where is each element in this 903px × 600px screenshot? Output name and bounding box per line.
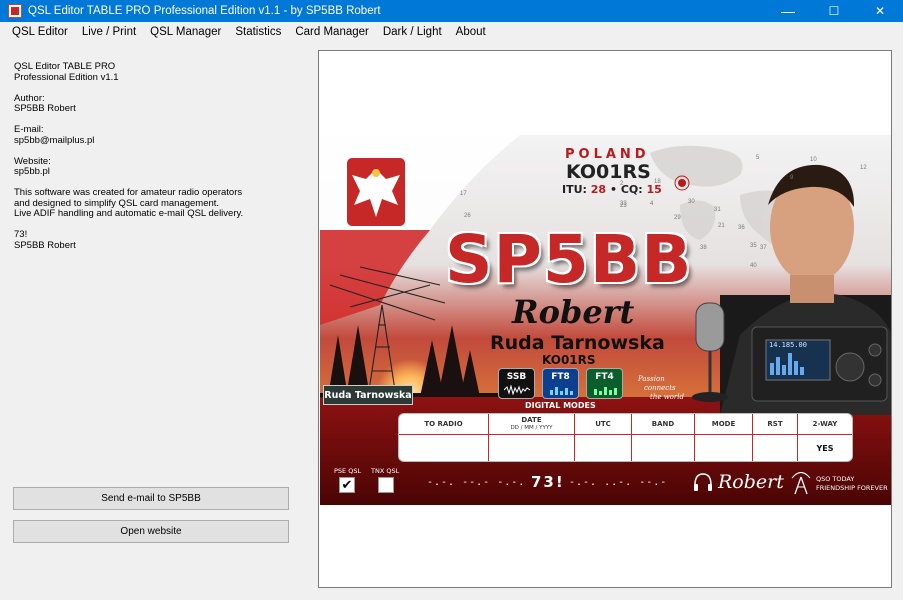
morse-left: -.-. --.- -.-. [427,477,526,488]
menu-statistics[interactable]: Statistics [228,22,288,42]
card-grid-small: KO01RS [542,353,596,367]
qso-today-text: QSO TODAY FRIENDSHIP FOREVER [816,475,888,492]
card-73: 73! [531,473,565,491]
maximize-button[interactable]: ☐ [811,0,857,22]
col-utc: UTC [575,414,632,461]
tnx-qsl-label: TNX QSL [371,467,400,475]
col-rst: RST [753,414,798,461]
pse-qsl-checkbox[interactable]: ✔ [339,477,355,493]
menu-card-manager[interactable]: Card Manager [288,22,376,42]
description-line-1: This software was created for amateur ra… [14,187,243,198]
signal-bars-icon [549,387,573,395]
app-icon [8,4,22,18]
card-signature: Robert [718,471,784,493]
app-name-line: QSL Editor TABLE PRO [14,61,116,72]
col-to-radio: TO RADIO [399,414,489,461]
signature: SP5BB Robert [14,239,76,251]
qso-table: TO RADIO DATE DD / MM / YYYY UTC BAND MOD… [398,413,853,462]
app-edition-line: Professional Edition v1.1 [14,71,119,83]
website-label: Website: [14,155,51,167]
menu-about[interactable]: About [449,22,493,42]
email-value: sp5bb@mailplus.pl [14,134,95,146]
morse-right: -.-. ..-. --.- [569,477,668,488]
card-city: Ruda Tarnowska [490,332,665,354]
menu-bar: QSL Editor Live / Print QSL Manager Stat… [0,22,903,42]
window-title: QSL Editor TABLE PRO Professional Editio… [28,5,381,17]
description-line-3: Live ADIF handling and automatic e-mail … [14,208,244,219]
about-info: QSL Editor TABLE PRO Professional Editio… [14,61,304,262]
headphones-icon [694,473,712,491]
pse-qsl-label: PSE QSL [334,467,362,475]
menu-qsl-editor[interactable]: QSL Editor [5,22,75,42]
card-country: POLAND [565,147,650,162]
email-label: E-mail: [14,124,44,135]
qsl-card: 2 4 5 9 10 12 17 18 21 23 26 29 30 31 33… [320,135,891,505]
close-button[interactable]: ✕ [857,0,903,22]
menu-dark-light[interactable]: Dark / Light [376,22,449,42]
town-sign: Ruda Tarnowska [323,385,413,405]
card-callsign: SP5BB [445,221,693,298]
mode-badge-ssb: SSB [498,368,535,399]
col-band: BAND [632,414,695,461]
send-email-button[interactable]: Send e-mail to SP5BB [13,487,289,510]
title-bar: QSL Editor TABLE PRO Professional Editio… [0,0,903,22]
minimize-button[interactable]: — [765,0,811,22]
col-date: DATE DD / MM / YYYY [489,414,575,461]
antenna-tower-icon [791,472,811,495]
signal-bars-icon [593,387,617,395]
card-preview-panel: 2 4 5 9 10 12 17 18 21 23 26 29 30 31 33… [318,50,892,588]
mode-badge-ft4: FT4 [586,368,623,399]
card-zones: ITU: 28 • CQ: 15 [562,183,662,196]
tnx-qsl-checkbox[interactable] [378,477,394,493]
col-mode: MODE [695,414,753,461]
website-value: sp5bb.pl [14,166,50,177]
passion-text: Passion connects the world [638,375,684,401]
waveform-icon [503,385,530,395]
open-website-button[interactable]: Open website [13,520,289,543]
mode-badge-ft8: FT8 [542,368,579,399]
menu-qsl-manager[interactable]: QSL Manager [143,22,228,42]
digital-modes-label: DIGITAL MODES [525,401,596,410]
col-two-way: 2-WAY YES [798,414,852,461]
mode-badges: SSB FT8 FT4 [498,368,623,399]
greeting: 73! [14,229,28,240]
menu-live-print[interactable]: Live / Print [75,22,143,42]
card-operator-name: Robert [512,293,635,331]
card-grid-locator: KO01RS [566,161,651,183]
radio-frequency-display: 14.185.00 [769,341,807,349]
author-value: SP5BB Robert [14,103,76,114]
